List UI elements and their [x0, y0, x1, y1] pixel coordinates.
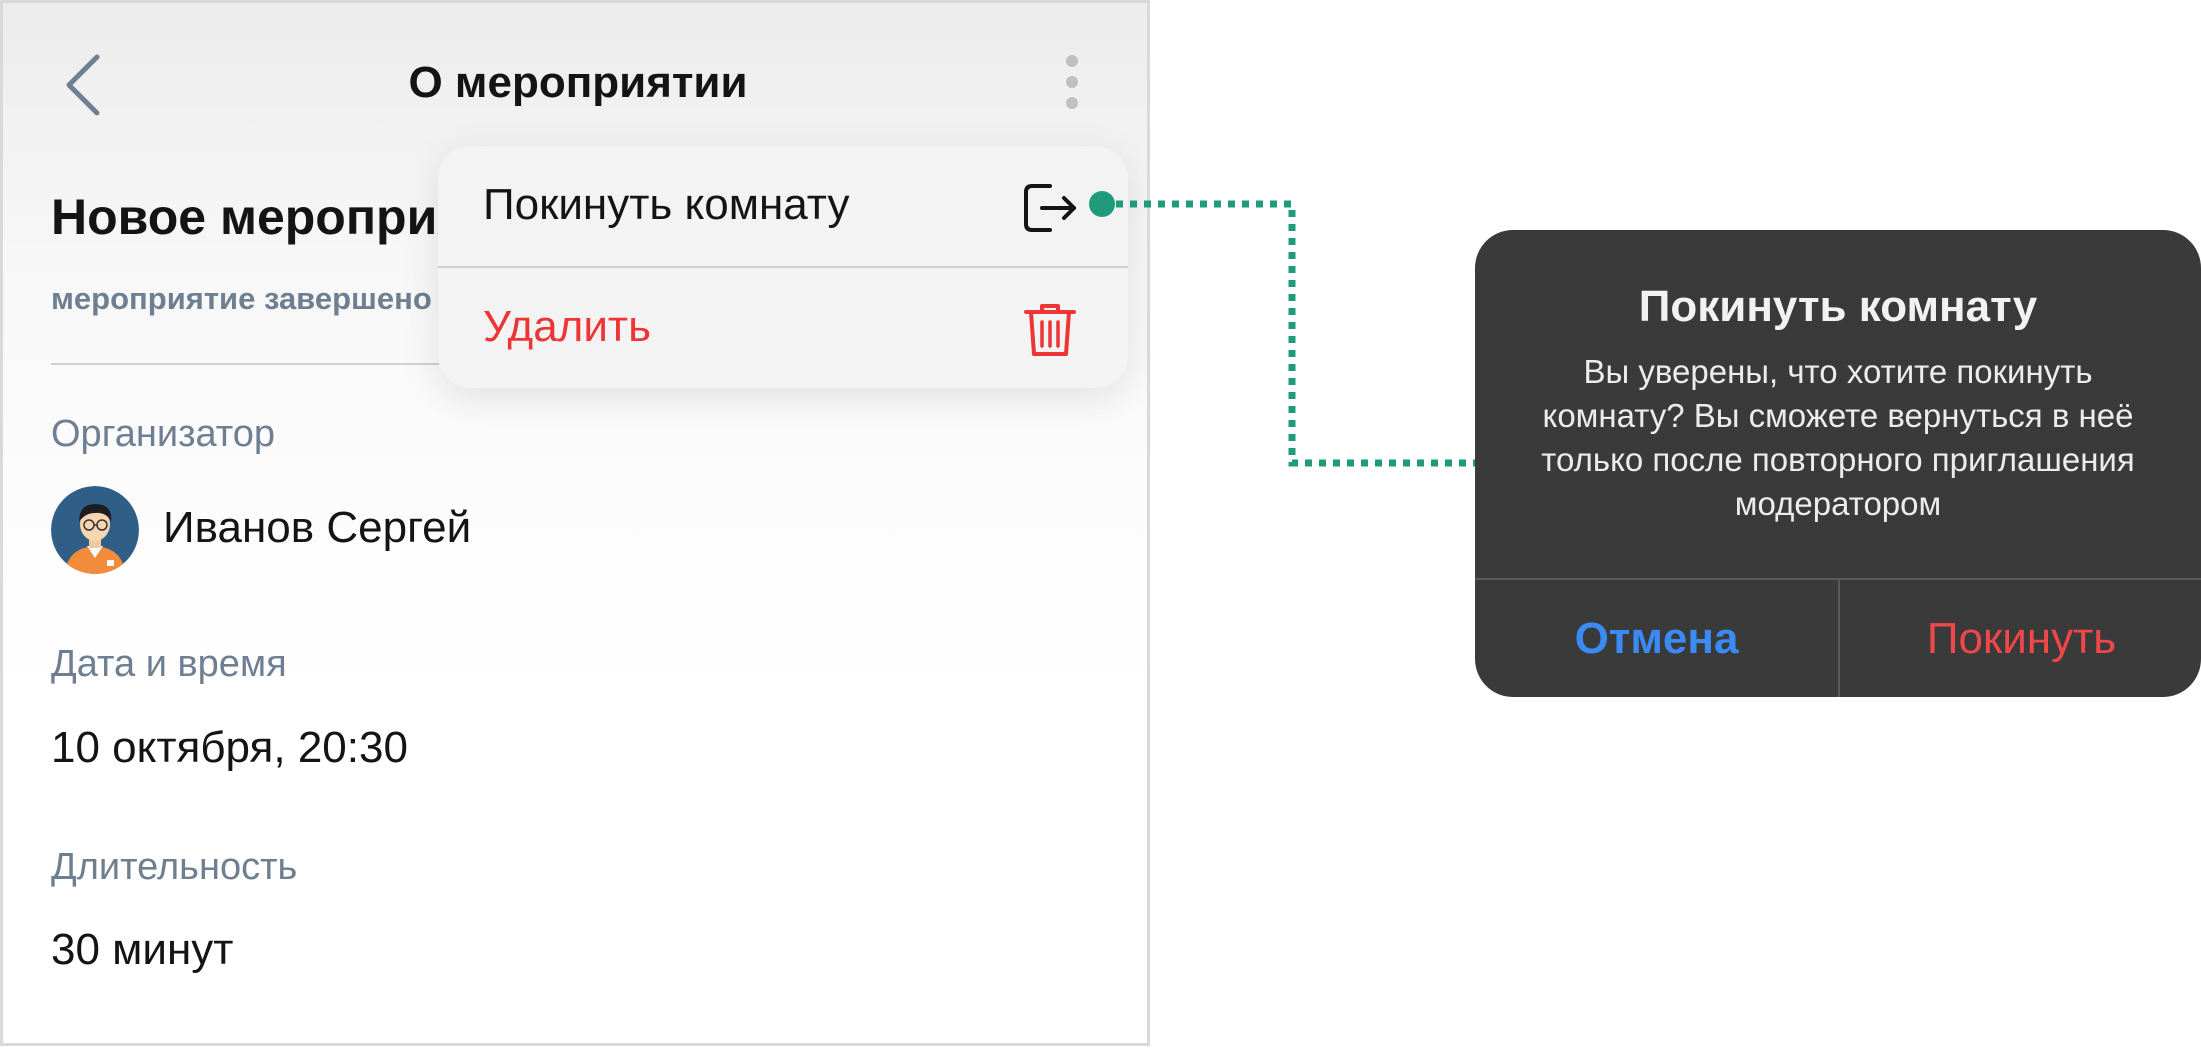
- trash-icon: [1024, 304, 1076, 356]
- page-title: О мероприятии: [408, 58, 748, 107]
- chevron-left-icon[interactable]: [59, 53, 109, 117]
- avatar: [51, 486, 139, 574]
- organizer-name: Иванов Сергей: [163, 503, 472, 552]
- dialog-title: Покинуть комнату: [1638, 282, 2038, 331]
- context-menu: Покинуть комнату Удалить: [438, 146, 1128, 388]
- cancel-button[interactable]: Отмена: [1475, 580, 1838, 697]
- duration-value: 30 минут: [51, 925, 234, 974]
- leave-icon: [1024, 184, 1076, 232]
- datetime-label: Дата и время: [51, 643, 287, 685]
- leave-room-dialog: Покинуть комнату Вы уверены, что хотите …: [1475, 230, 2201, 697]
- duration-label: Длительность: [51, 846, 298, 888]
- organizer-avatar-icon: [51, 486, 139, 574]
- menu-item-delete[interactable]: Удалить: [438, 268, 1128, 388]
- dialog-message: Вы уверены, что хотите покинуть комнату?…: [1541, 353, 2135, 522]
- organizer-label: Организатор: [51, 413, 276, 455]
- menu-item-label: Покинуть комнату: [483, 180, 850, 229]
- more-vertical-icon[interactable]: [1060, 55, 1084, 115]
- menu-item-label: Удалить: [483, 302, 651, 351]
- menu-item-leave-room[interactable]: Покинуть комнату: [438, 146, 1128, 268]
- leave-button[interactable]: Покинуть: [1840, 580, 2201, 697]
- event-details-screen: О мероприятии Новое мероприятие мероприя…: [0, 0, 1150, 1046]
- event-status: мероприятие завершено: [51, 281, 432, 316]
- datetime-value: 10 октября, 20:30: [51, 723, 408, 772]
